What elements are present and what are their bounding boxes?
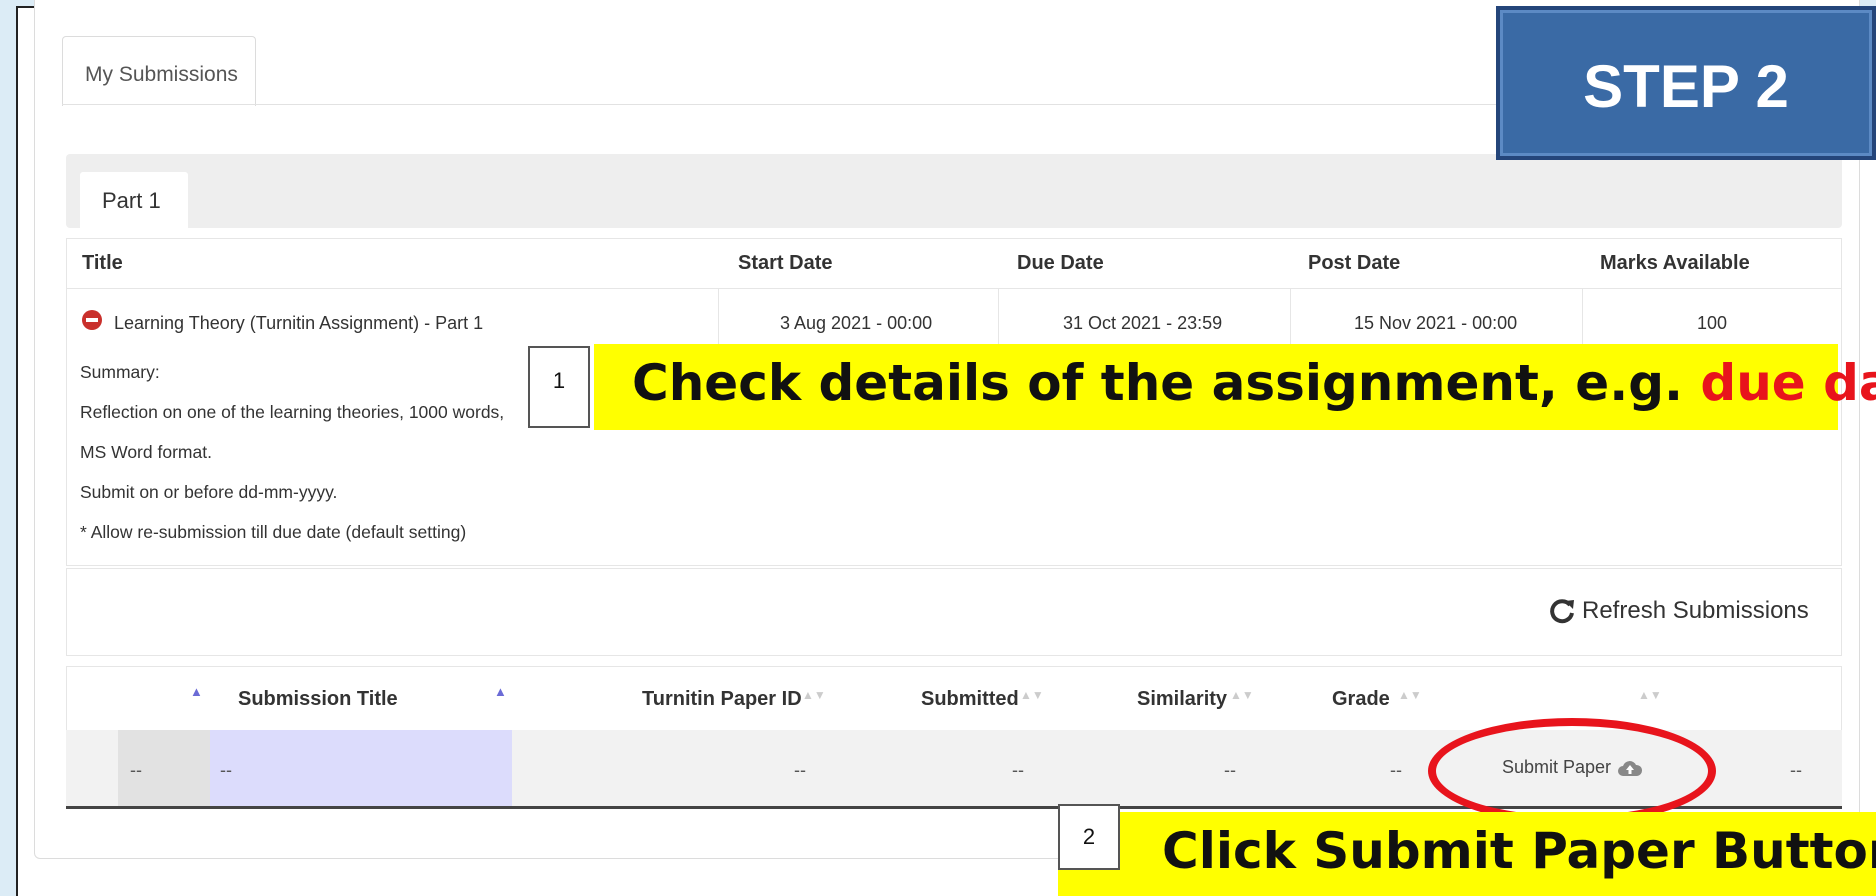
sort-icon[interactable]: ▲▼ [1020,688,1044,702]
marks-value: 100 [1697,313,1728,333]
refresh-label: Refresh Submissions [1582,597,1809,624]
header-title: Title [82,252,123,274]
callout-1-main: Check details of the assignment, e.g. [632,354,1701,412]
refresh-submissions-button[interactable]: Refresh Submissions [1548,597,1809,625]
due-date-value: 31 Oct 2021 - 23:59 [1063,313,1223,333]
callout-1-text: Check details of the assignment, e.g. du… [632,354,1876,412]
cell-value: -- [1790,760,1802,780]
sort-icon[interactable]: ▲▼ [1230,688,1254,702]
highlight-oval [1428,718,1716,824]
col-divider [718,289,719,345]
callout-1-number: 1 [528,346,590,428]
refresh-icon [1550,599,1574,624]
start-date-value: 3 Aug 2021 - 00:00 [780,313,933,333]
row-divider [66,288,1842,289]
summary-line: MS Word format. [80,442,212,462]
col-divider [1290,289,1291,345]
header-paper-id[interactable]: Turnitin Paper ID [642,688,802,711]
collapse-icon[interactable] [82,310,102,330]
table-cell [210,730,512,806]
post-date-value: 15 Nov 2021 - 00:00 [1354,313,1518,333]
sort-icon[interactable]: ▲▼ [1398,688,1422,702]
sort-asc-icon[interactable]: ▲ [190,684,203,699]
sort-icon[interactable]: ▲▼ [1638,688,1662,702]
tab-part-1[interactable]: Part 1 [80,172,188,228]
summary-line: Submit on or before dd-mm-yyyy. [80,482,338,502]
sort-icon[interactable]: ▲▼ [802,688,826,702]
header-submitted[interactable]: Submitted [921,688,1019,711]
header-start-date: Start Date [738,252,833,274]
cell-value: -- [130,760,142,780]
cell-similarity: -- [1224,760,1236,780]
assignment-title: Learning Theory (Turnitin Assignment) - … [114,313,484,333]
cell-grade: -- [1390,760,1402,780]
cell-submission-title: -- [220,760,232,780]
header-submission-title[interactable]: Submission Title [238,688,398,711]
header-similarity[interactable]: Similarity [1137,688,1227,711]
col-divider [1582,289,1583,345]
header-post-date: Post Date [1308,252,1401,274]
header-grade[interactable]: Grade [1332,688,1390,711]
part-tabs-bar [66,154,1842,228]
header-due-date: Due Date [1017,252,1104,274]
step-badge: STEP 2 [1496,6,1876,160]
callout-1-highlight: due date [1700,354,1876,412]
cell-submitted: -- [1012,760,1024,780]
cell-paper-id: -- [794,760,806,780]
summary-label: Summary: [80,362,160,382]
sort-asc-icon[interactable]: ▲ [494,684,507,699]
summary-line: * Allow re-submission till due date (def… [80,522,467,542]
callout-2-text: Click Submit Paper Button [1162,822,1876,880]
callout-2-number: 2 [1058,804,1120,870]
tab-my-submissions[interactable]: My Submissions [62,36,256,106]
col-divider [998,289,999,345]
header-marks-available: Marks Available [1600,252,1750,274]
summary-line: Reflection on one of the learning theori… [80,402,505,422]
